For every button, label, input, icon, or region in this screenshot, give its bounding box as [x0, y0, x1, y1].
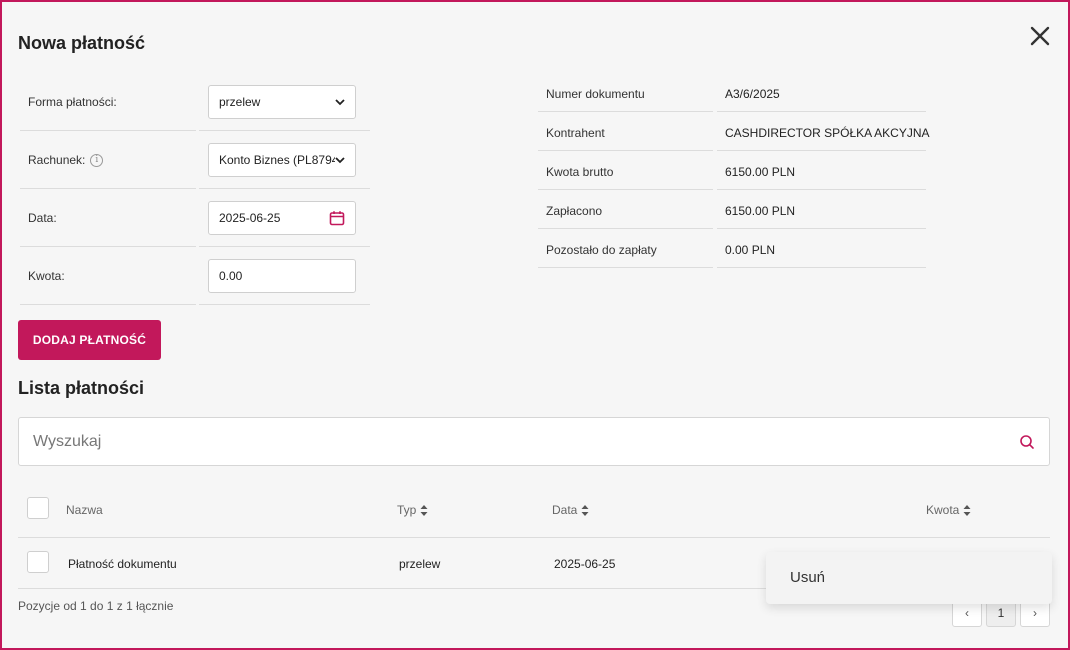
add-payment-button[interactable]: DODAJ PŁATNOŚĆ — [18, 320, 161, 360]
account-row: Rachunek: i Konto Biznes (PL8794 — [20, 132, 370, 189]
new-payment-dialog: Nowa płatność Forma płatności: przelew R… — [0, 0, 1070, 650]
info-row-document-number: Numer dokumentu A3/6/2025 — [538, 74, 926, 113]
info-icon[interactable]: i — [90, 153, 104, 167]
info-key: Kwota brutto — [538, 152, 713, 190]
info-value: 6150.00 PLN — [717, 191, 926, 229]
column-header-name[interactable]: Nazwa — [66, 503, 103, 517]
row-context-menu: Usuń — [766, 552, 1052, 604]
amount-input[interactable]: 0.00 — [208, 259, 356, 293]
date-row: Data: 2025-06-25 — [20, 190, 370, 247]
column-header-amount[interactable]: Kwota — [926, 503, 971, 517]
info-value: A3/6/2025 — [717, 74, 926, 112]
info-row-remaining: Pozostało do zapłaty 0.00 PLN — [538, 230, 926, 269]
column-header-type[interactable]: Typ — [397, 503, 428, 517]
select-all-checkbox[interactable] — [27, 497, 49, 519]
chevron-down-icon — [335, 157, 345, 164]
delete-menu-item[interactable]: Usuń — [790, 569, 825, 586]
info-row-paid: Zapłacono 6150.00 PLN — [538, 191, 926, 230]
info-key: Kontrahent — [538, 113, 713, 151]
sort-icon — [420, 504, 428, 516]
account-label-group: Rachunek: i — [28, 153, 104, 167]
close-icon[interactable] — [1028, 24, 1052, 48]
payments-list-title: Lista płatności — [18, 378, 145, 398]
payment-method-row: Forma płatności: przelew — [20, 74, 370, 131]
info-key: Numer dokumentu — [538, 74, 713, 112]
search-input[interactable]: Wyszukaj — [18, 417, 1050, 466]
pagination-summary: Pozycje od 1 do 1 z 1 łącznie — [18, 599, 174, 613]
payment-method-select[interactable]: przelew — [208, 85, 356, 119]
info-key: Pozostało do zapłaty — [538, 230, 713, 268]
date-input[interactable]: 2025-06-25 — [208, 201, 356, 235]
amount-row: Kwota: 0.00 — [20, 248, 370, 305]
sort-icon — [581, 504, 589, 516]
account-label: Rachunek: — [28, 153, 86, 167]
info-row-contractor: Kontrahent CASHDIRECTOR SPÓŁKA AKCYJNA — [538, 113, 930, 152]
row-date-cell: 2025-06-25 — [554, 557, 616, 571]
calendar-icon[interactable] — [329, 210, 345, 226]
sort-icon — [963, 504, 971, 516]
info-value: 0.00 PLN — [717, 230, 926, 268]
table-header-divider — [18, 537, 1050, 538]
amount-label: Kwota: — [28, 269, 65, 283]
column-header-date[interactable]: Data — [552, 503, 589, 517]
account-select[interactable]: Konto Biznes (PL8794 — [208, 143, 356, 177]
search-placeholder: Wyszukaj — [33, 433, 102, 450]
search-icon[interactable] — [1019, 434, 1035, 450]
row-name-cell: Płatność dokumentu — [68, 557, 177, 571]
chevron-down-icon — [335, 99, 345, 106]
row-checkbox[interactable] — [27, 551, 49, 573]
info-key: Zapłacono — [538, 191, 713, 229]
info-value: 6150.00 PLN — [717, 152, 926, 190]
info-row-gross-amount: Kwota brutto 6150.00 PLN — [538, 152, 926, 191]
date-label: Data: — [28, 211, 57, 225]
info-value: CASHDIRECTOR SPÓŁKA AKCYJNA — [717, 113, 930, 151]
dialog-title: Nowa płatność — [18, 33, 146, 53]
row-type-cell: przelew — [399, 557, 441, 571]
payment-method-label: Forma płatności: — [28, 95, 117, 109]
